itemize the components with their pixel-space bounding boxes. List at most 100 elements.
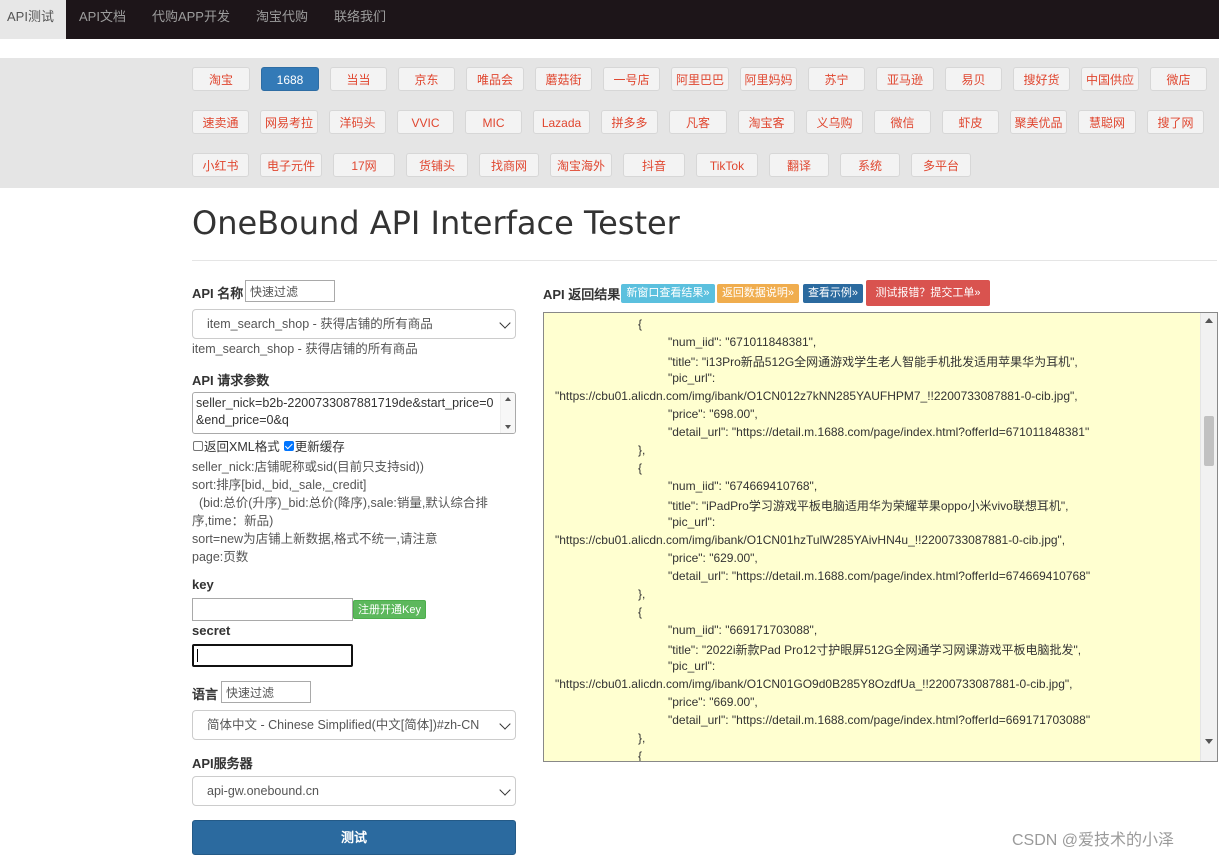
chevron-down-icon — [499, 718, 511, 730]
params-scrollbar[interactable] — [500, 393, 515, 433]
text-caret — [197, 649, 198, 662]
result-line: "pic_url": — [668, 515, 716, 529]
platform-button[interactable]: 聚美优品 — [1010, 110, 1067, 134]
lang-select[interactable]: 简体中文 - Chinese Simplified(中文[简体])#zh-CN — [192, 710, 516, 740]
description-line: page:页数 — [192, 550, 249, 564]
result-action-button[interactable]: 返回数据说明» — [717, 284, 799, 303]
platform-button[interactable]: VVIC — [397, 110, 454, 134]
platform-button[interactable]: 阿里巴巴 — [671, 67, 729, 91]
scroll-down-icon — [505, 425, 511, 429]
platform-button[interactable]: Lazada — [533, 110, 590, 134]
lang-filter-input[interactable]: 快速过滤 — [221, 681, 311, 703]
cache-checkbox[interactable] — [283, 440, 294, 451]
platform-button[interactable]: 货铺头 — [406, 153, 468, 177]
platform-button[interactable]: 虾皮 — [942, 110, 999, 134]
platform-button[interactable]: 一号店 — [603, 67, 660, 91]
api-selected-text: item_search_shop - 获得店铺的所有商品 — [192, 342, 418, 356]
server-select[interactable]: api-gw.onebound.cn — [192, 776, 516, 806]
platform-button[interactable]: 中国供应 — [1081, 67, 1139, 91]
platform-button[interactable]: 小红书 — [192, 153, 249, 177]
result-line: "num_iid": "669171703088", — [668, 623, 818, 637]
params-value: seller_nick=b2b-2200733087881719de&start… — [196, 396, 494, 427]
nav-item[interactable]: 淘宝代购 — [243, 0, 321, 39]
api-select[interactable]: item_search_shop - 获得店铺的所有商品 — [192, 309, 516, 339]
result-scrollbar[interactable] — [1200, 313, 1217, 761]
xml-checkbox-label: 返回XML格式 — [204, 440, 280, 454]
platform-button[interactable]: 蘑菇街 — [535, 67, 592, 91]
platform-button[interactable]: 洋码头 — [329, 110, 386, 134]
platform-button[interactable]: 淘宝客 — [738, 110, 795, 134]
platform-button[interactable]: 微店 — [1150, 67, 1207, 91]
platform-button[interactable]: 多平台 — [911, 153, 971, 177]
key-input[interactable] — [192, 598, 353, 621]
scrollbar-thumb[interactable] — [1204, 416, 1214, 466]
nav-item[interactable]: 代购APP开发 — [139, 0, 243, 39]
platform-button[interactable]: 易贝 — [945, 67, 1002, 91]
result-line: "title": "i13Pro新品512G全网通游戏学生老人智能手机批发适用苹… — [668, 355, 1078, 369]
register-key-button[interactable]: 注册开通Key — [353, 600, 426, 619]
params-textarea[interactable]: seller_nick=b2b-2200733087881719de&start… — [192, 392, 516, 434]
platform-button[interactable]: 搜好货 — [1013, 67, 1070, 91]
result-output[interactable]: { "num_iid": "671011848381", "title": "i13… — [543, 312, 1218, 762]
platform-button[interactable]: 抖音 — [623, 153, 685, 177]
result-line: "title": "2022i新款Pad Pro12寸护眼屏512G全网通学习网… — [668, 643, 1082, 657]
platform-row: 淘宝 1688 当当 京东 唯品会 蘑菇街 一号店 阿里巴巴 阿里妈妈 苏宁 亚马逊 易贝 搜好货 中国供… — [192, 67, 1218, 91]
platform-button[interactable]: 翻译 — [769, 153, 829, 177]
result-action-button[interactable]: 新窗口查看结果» — [621, 284, 715, 303]
platform-button[interactable]: 唯品会 — [466, 67, 524, 91]
lang-select-value: 简体中文 - Chinese Simplified(中文[简体])#zh-CN — [207, 718, 480, 732]
platform-button[interactable]: 找商网 — [479, 153, 539, 177]
platform-button[interactable]: 电子元件 — [260, 153, 322, 177]
platform-button[interactable]: 搜了网 — [1147, 110, 1204, 134]
cache-checkbox-label: 更新缓存 — [294, 440, 345, 454]
result-line: { — [638, 605, 643, 619]
test-button[interactable]: 测试 — [192, 820, 516, 855]
platform-button[interactable]: 淘宝 — [192, 67, 250, 91]
result-action-button[interactable]: 测试报错？提交工单» — [866, 280, 990, 306]
platform-button[interactable]: 系统 — [840, 153, 900, 177]
result-action-button[interactable]: 查看示例» — [803, 284, 863, 303]
xml-checkbox-row[interactable]: 返回XML格式 更新缓存 — [193, 436, 345, 455]
xml-checkbox[interactable] — [193, 440, 203, 451]
scroll-down-icon — [1205, 739, 1213, 744]
params-label: API 请求参数 — [192, 373, 270, 388]
platform-button[interactable]: 拼多多 — [601, 110, 658, 134]
platform-button[interactable]: 凡客 — [669, 110, 727, 134]
platform-button[interactable]: 慧聪网 — [1078, 110, 1136, 134]
result-line: "price": "698.00", — [668, 407, 758, 421]
platform-button[interactable]: 义乌购 — [806, 110, 863, 134]
api-filter-input[interactable]: 快速过滤 — [245, 280, 335, 302]
page-title: OneBound API Interface Tester — [192, 204, 680, 242]
platform-button[interactable]: MIC — [465, 110, 522, 134]
platform-button[interactable]: 淘宝海外 — [550, 153, 612, 177]
platform-button[interactable]: TikTok — [696, 153, 758, 177]
chevron-down-icon — [499, 784, 511, 796]
result-line: "price": "669.00", — [668, 695, 758, 709]
platform-band: 淘宝 1688 当当 京东 唯品会 蘑菇街 一号店 阿里巴巴 阿里妈妈 苏宁 亚马逊 易贝 搜好货 中国供… — [0, 58, 1219, 188]
result-line: { — [638, 317, 643, 331]
platform-button[interactable]: 京东 — [398, 67, 455, 91]
nav-item[interactable]: API测试 — [0, 0, 66, 39]
result-line: "num_iid": "671011848381", — [668, 335, 817, 349]
lang-label: 语言 — [192, 687, 219, 702]
nav-item[interactable]: 联络我们 — [321, 0, 399, 39]
description-line: 序,time：新品) — [192, 514, 274, 528]
description-line: sort=new为店铺上新数据,格式不统一,请注意 — [192, 532, 438, 546]
platform-button[interactable]: 速卖通 — [192, 110, 249, 134]
platform-button[interactable]: 当当 — [330, 67, 387, 91]
nav-item[interactable]: API文档 — [66, 0, 139, 39]
api-name-label: API 名称 — [192, 286, 244, 301]
secret-input[interactable] — [192, 644, 353, 667]
result-line: "detail_url": "https://detail.m.1688.com… — [668, 713, 1091, 727]
platform-button[interactable]: 阿里妈妈 — [740, 67, 797, 91]
platform-button[interactable]: 17网 — [333, 153, 395, 177]
result-line: { — [638, 749, 643, 762]
platform-button[interactable]: 微信 — [874, 110, 931, 134]
platform-button[interactable]: 网易考拉 — [260, 110, 318, 134]
platform-button[interactable]: 亚马逊 — [876, 67, 934, 91]
platform-button[interactable]: 苏宁 — [808, 67, 865, 91]
result-line: "detail_url": "https://detail.m.1688.com… — [668, 425, 1090, 439]
scroll-up-icon — [505, 397, 511, 401]
platform-button[interactable]: 1688 — [261, 67, 319, 91]
watermark: CSDN @爱技术的小泽 — [1012, 832, 1175, 849]
